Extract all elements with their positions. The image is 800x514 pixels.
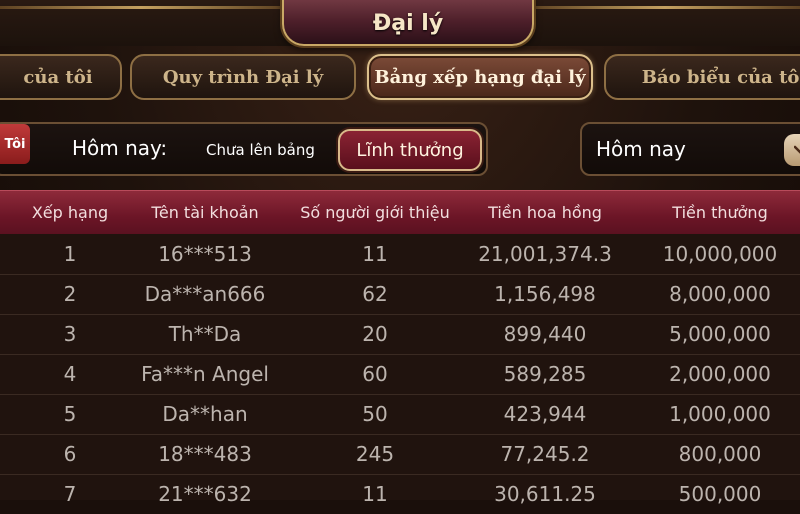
chevron-down-icon bbox=[794, 145, 800, 154]
title-bar: Đại lý bbox=[0, 0, 800, 46]
tab-label: của tôi bbox=[23, 66, 93, 88]
ranking-table: 1 16***513 11 21,001,374.3 10,000,000 2 … bbox=[0, 234, 800, 506]
tab-label: Quy trình Đại lý bbox=[162, 66, 324, 88]
page-title: Đại lý bbox=[372, 10, 444, 36]
tab-label: Bảng xếp hạng đại lý bbox=[374, 66, 586, 88]
cell-referrals: 11 bbox=[362, 242, 388, 266]
cell-reward: 2,000,000 bbox=[669, 362, 771, 386]
claim-reward-label: Lĩnh thưởng bbox=[356, 139, 464, 161]
tab-agent-process[interactable]: Quy trình Đại lý bbox=[130, 54, 356, 100]
table-row: 4 Fa***n Angel 60 589,285 2,000,000 bbox=[0, 354, 800, 395]
tab-my-reports[interactable]: Báo biểu của tôi bbox=[604, 54, 800, 100]
cell-rank: 6 bbox=[63, 442, 77, 466]
tab-label: Báo biểu của tôi bbox=[641, 66, 800, 88]
cell-commission: 899,440 bbox=[503, 322, 587, 346]
cell-reward: 1,000,000 bbox=[669, 402, 771, 426]
cell-commission: 423,944 bbox=[503, 402, 587, 426]
cell-referrals: 20 bbox=[362, 322, 388, 346]
cell-rank: 1 bbox=[63, 242, 77, 266]
cell-commission: 30,611.25 bbox=[494, 482, 596, 506]
dropdown-button[interactable] bbox=[784, 134, 800, 166]
cell-rank: 4 bbox=[63, 362, 77, 386]
badge-label: Tôi bbox=[4, 136, 26, 152]
cell-account: Th**Da bbox=[168, 322, 242, 346]
cell-commission: 21,001,374.3 bbox=[478, 242, 612, 266]
period-select-value: Hôm nay bbox=[596, 137, 686, 161]
title-divider-left bbox=[0, 6, 282, 9]
cell-account: 16***513 bbox=[158, 242, 252, 266]
period-label: Hôm nay: bbox=[72, 136, 168, 160]
cell-reward: 5,000,000 bbox=[669, 322, 771, 346]
cell-referrals: 62 bbox=[362, 282, 388, 306]
tab-agent-ranking[interactable]: Bảng xếp hạng đại lý bbox=[367, 54, 593, 100]
cell-commission: 1,156,498 bbox=[494, 282, 596, 306]
table-header: Xếp hạng Tên tài khoản Số người giới thi… bbox=[0, 190, 800, 236]
claim-reward-button[interactable]: Lĩnh thưởng bbox=[338, 129, 482, 171]
cell-reward: 10,000,000 bbox=[662, 242, 778, 266]
col-header-reward: Tiền thưởng bbox=[672, 203, 768, 222]
rank-status: Chưa lên bảng bbox=[206, 141, 315, 159]
table-row: 3 Th**Da 20 899,440 5,000,000 bbox=[0, 314, 800, 355]
cell-account: Fa***n Angel bbox=[141, 362, 269, 386]
table-row: 5 Da**han 50 423,944 1,000,000 bbox=[0, 394, 800, 435]
title-plate: Đại lý bbox=[282, 0, 534, 46]
table-row: 7 21***632 11 30,611.25 500,000 bbox=[0, 474, 800, 514]
tab-my-agents[interactable]: của tôi bbox=[0, 54, 122, 100]
cell-rank: 2 bbox=[63, 282, 77, 306]
cell-rank: 5 bbox=[63, 402, 77, 426]
cell-commission: 77,245.2 bbox=[500, 442, 590, 466]
cell-account: 18***483 bbox=[158, 442, 252, 466]
cell-account: Da**han bbox=[162, 402, 248, 426]
cell-reward: 8,000,000 bbox=[669, 282, 771, 306]
table-row: 1 16***513 11 21,001,374.3 10,000,000 bbox=[0, 234, 800, 275]
cell-referrals: 50 bbox=[362, 402, 388, 426]
cell-account: Da***an666 bbox=[144, 282, 266, 306]
title-divider-right bbox=[530, 6, 800, 9]
table-row: 2 Da***an666 62 1,156,498 8,000,000 bbox=[0, 274, 800, 315]
period-select[interactable]: Hôm nay bbox=[580, 122, 800, 176]
col-header-referrals: Số người giới thiệu bbox=[300, 203, 450, 222]
table-row: 6 18***483 245 77,245.2 800,000 bbox=[0, 434, 800, 475]
cell-account: 21***632 bbox=[158, 482, 252, 506]
cell-referrals: 60 bbox=[362, 362, 388, 386]
col-header-commission: Tiền hoa hồng bbox=[488, 203, 602, 222]
cell-commission: 589,285 bbox=[503, 362, 587, 386]
cell-rank: 3 bbox=[63, 322, 77, 346]
col-header-rank: Xếp hạng bbox=[31, 203, 109, 222]
cell-reward: 500,000 bbox=[678, 482, 762, 506]
cell-reward: 800,000 bbox=[678, 442, 762, 466]
my-badge: Tôi bbox=[0, 124, 30, 164]
cell-referrals: 245 bbox=[355, 442, 395, 466]
cell-referrals: 11 bbox=[362, 482, 388, 506]
cell-rank: 7 bbox=[63, 482, 77, 506]
tab-bar: của tôi Quy trình Đại lý Bảng xếp hạng đ… bbox=[0, 54, 800, 104]
col-header-account: Tên tài khoản bbox=[151, 203, 259, 222]
